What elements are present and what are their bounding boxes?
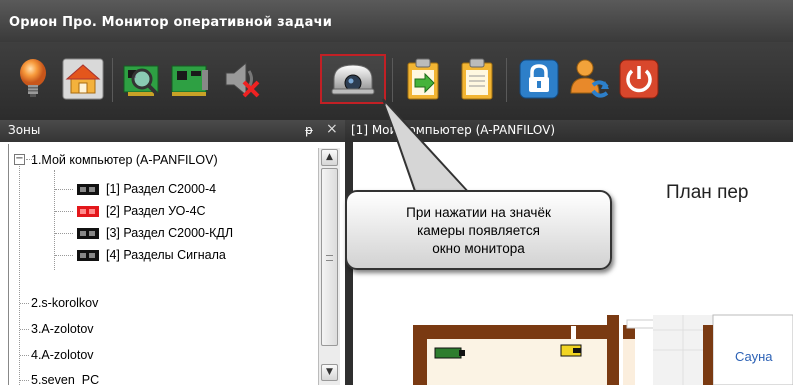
lock-icon: [519, 59, 559, 99]
board-icon: [171, 65, 208, 96]
bulb-icon: [20, 59, 46, 97]
bulb-button[interactable]: [10, 56, 56, 102]
floor-plan[interactable]: [353, 295, 793, 385]
user-switch-button[interactable]: [566, 56, 612, 102]
tree-item-partition-2[interactable]: [2] Раздел УО-4С: [77, 201, 206, 221]
scroll-thumb[interactable]: [321, 168, 338, 346]
tree-item-computer-5[interactable]: 5.seven_PC: [31, 370, 99, 385]
tree-item-partition-3[interactable]: [3] Раздел С2000-КДЛ: [77, 223, 233, 243]
tree-item-computer-4[interactable]: 4.A-zolotov: [31, 345, 94, 365]
power-icon: [619, 59, 659, 99]
tooltip-callout: При нажатии на значёк камеры появляется …: [345, 190, 612, 270]
device-icon: [77, 227, 99, 239]
device-icon: [77, 183, 99, 195]
tree-item-computer-1[interactable]: 1.Мой компьютер (A-PANFILOV): [31, 150, 218, 170]
user-switch-icon: [570, 59, 609, 98]
zones-tree: − 1.Мой компьютер (A-PANFILOV) [1] Разде…: [8, 144, 318, 385]
speaker-muted-icon: [225, 61, 260, 98]
tree-item-computer-2[interactable]: 2.s-korolkov: [31, 293, 98, 313]
lock-button[interactable]: [516, 56, 562, 102]
search-board-button[interactable]: [118, 56, 164, 102]
tree-item-label: 1.Мой компьютер (A-PANFILOV): [31, 153, 218, 167]
zones-scrollbar[interactable]: ▲ ▼: [318, 148, 340, 385]
power-button[interactable]: [616, 56, 662, 102]
scroll-up-icon[interactable]: ▲: [321, 149, 338, 166]
device-icon: [77, 249, 99, 261]
toolbar: [0, 42, 793, 120]
home-button[interactable]: [60, 56, 106, 102]
clipboard-export-icon: [407, 58, 439, 100]
camera-marker[interactable]: [434, 347, 465, 359]
device-alarm-icon: [77, 205, 99, 217]
tree-item-partition-1[interactable]: [1] Раздел С2000-4: [77, 179, 216, 199]
sensor-marker[interactable]: [560, 344, 582, 357]
tree-item-label: 2.s-korolkov: [31, 296, 99, 310]
tree-item-label: 3.A-zolotov: [31, 322, 94, 336]
monitor-tab-title: [1] Мой компьютер (A-PANFILOV): [351, 123, 556, 137]
scroll-down-icon[interactable]: ▼: [321, 364, 338, 381]
camera-icon: [331, 64, 375, 95]
tree-item-label: [3] Раздел С2000-КДЛ: [106, 226, 234, 240]
tree-item-computer-3[interactable]: 3.A-zolotov: [31, 319, 94, 339]
window-title: Орион Про. Монитор оперативной задачи: [0, 0, 793, 42]
callout-line: камеры появляется: [417, 223, 540, 238]
tree-item-label: [1] Раздел С2000-4: [106, 182, 217, 196]
plan-title: План пер: [666, 182, 749, 203]
close-icon[interactable]: ×: [326, 121, 338, 137]
collapse-icon[interactable]: −: [14, 154, 25, 165]
clipboard-button[interactable]: [454, 56, 500, 102]
zones-panel-title: Зоны: [8, 123, 41, 137]
clipboard-icon: [461, 58, 493, 100]
clipboard-export-button[interactable]: [400, 56, 446, 102]
tree-item-label: [4] Разделы Сигнала: [106, 248, 226, 262]
board-button[interactable]: [166, 56, 212, 102]
camera-button[interactable]: [320, 54, 386, 104]
search-board-icon: [123, 65, 159, 96]
tree-item-partition-4[interactable]: [4] Разделы Сигнала: [77, 245, 226, 265]
tree-item-label: 4.A-zolotov: [31, 348, 94, 362]
home-icon: [62, 58, 104, 100]
callout-line: При нажатии на значёк: [406, 205, 551, 220]
monitor-tab[interactable]: [1] Мой компьютер (A-PANFILOV): [345, 120, 793, 142]
callout-line: окно монитора: [432, 241, 525, 256]
zones-panel-header: Зоны ᵽ ×: [0, 120, 345, 142]
room-label: Сауна: [735, 349, 773, 364]
speaker-button[interactable]: [218, 56, 264, 102]
tree-item-label: 5.seven_PC: [31, 373, 100, 385]
pin-icon[interactable]: ᵽ: [305, 123, 313, 137]
tree-item-label: [2] Раздел УО-4С: [106, 204, 206, 218]
